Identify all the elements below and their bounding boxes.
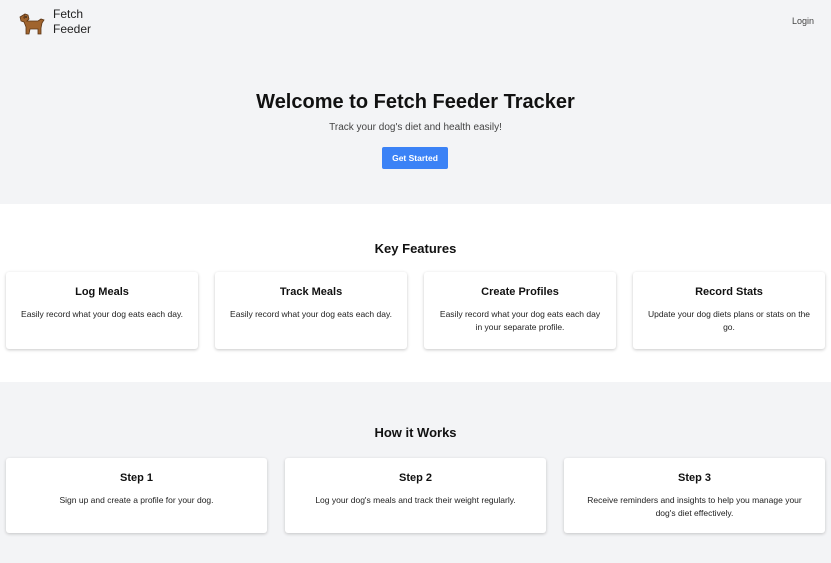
how-it-works-title: How it Works [374,425,457,440]
feature-card-title: Log Meals [75,286,129,298]
feature-card-text: Easily record what your dog eats each da… [439,309,601,332]
step-card-title: Step 3 [677,472,711,484]
brand-line-2: Feeder [53,22,92,36]
step-card-2: Step 2 Log your dog's meals and track th… [285,458,546,533]
step-card-3: Step 3 Receive reminders and insights to… [564,458,825,533]
brand-line-1: Fetch [53,7,84,21]
feature-card-title: Record Stats [695,286,763,298]
step-card-text: Receive reminders and insights to help y… [587,495,802,518]
step-card-text: Sign up and create a profile for your do… [59,495,214,505]
login-link[interactable]: Login [792,16,814,26]
feature-card-title: Track Meals [279,286,343,298]
step-card-text: Log your dog's meals and track their wei… [315,495,516,505]
feature-card-text: Easily record what your dog eats each da… [230,309,392,319]
get-started-button[interactable]: Get Started [382,147,448,169]
hero-title: Welcome to Fetch Feeder Tracker [256,91,575,113]
site-header: Fetch Feeder Login [0,0,831,46]
hero-section: Welcome to Fetch Feeder Tracker Track yo… [0,46,831,204]
step-card-title: Step 2 [398,472,432,484]
feature-card-text: Easily record what your dog eats each da… [21,309,183,319]
dog-icon [19,13,45,35]
hero-subtitle: Track your dog's diet and health easily! [329,122,502,133]
feature-card-title: Create Profiles [481,286,559,298]
features-title: Key Features [374,241,457,256]
features-section: Key Features Log Meals Easily record wha… [0,204,831,382]
step-card-title: Step 1 [119,472,153,484]
feature-card-log-meals: Log Meals Easily record what your dog ea… [6,272,198,349]
feature-card-track-meals: Track Meals Easily record what your dog … [215,272,407,349]
feature-card-record-stats: Record Stats Update your dog diets plans… [633,272,825,349]
feature-card-text: Update your dog diets plans or stats on … [647,309,811,332]
step-card-1: Step 1 Sign up and create a profile for … [6,458,267,533]
how-it-works-section: How it Works Step 1 Sign up and create a… [0,382,831,563]
feature-card-create-profiles: Create Profiles Easily record what your … [424,272,616,349]
brand-name[interactable]: Fetch Feeder [53,7,113,37]
